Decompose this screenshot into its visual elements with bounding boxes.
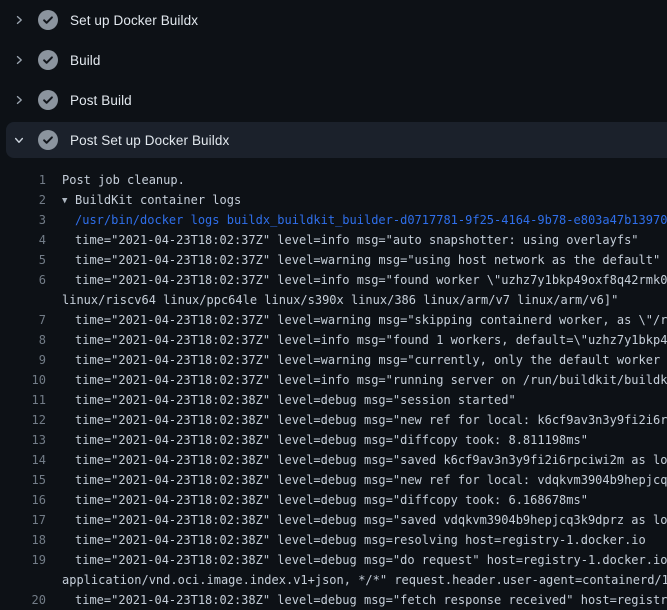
log-line: 2 ▼BuildKit container logs xyxy=(0,190,667,210)
line-number[interactable]: 4 xyxy=(0,230,46,250)
log-command-text: /usr/bin/docker logs buildx_buildkit_bui… xyxy=(75,210,667,230)
log-text: time="2021-04-23T18:02:38Z" level=debug … xyxy=(75,550,667,570)
log-line: 5 time="2021-04-23T18:02:37Z" level=warni… xyxy=(0,250,667,270)
log-text: time="2021-04-23T18:02:38Z" level=debug … xyxy=(75,490,588,510)
line-number[interactable]: 12 xyxy=(0,410,46,430)
line-number[interactable]: 16 xyxy=(0,490,46,510)
chevron-right-icon xyxy=(12,53,26,67)
log-line: 15 time="2021-04-23T18:02:38Z" level=debu… xyxy=(0,470,667,490)
log-line: 9 time="2021-04-23T18:02:37Z" level=warni… xyxy=(0,350,667,370)
chevron-right-icon xyxy=(12,13,26,27)
line-number[interactable]: 5 xyxy=(0,250,46,270)
line-number[interactable]: 19 xyxy=(0,550,46,570)
log-text: linux/riscv64 linux/ppc64le linux/s390x … xyxy=(62,290,618,310)
chevron-right-icon xyxy=(12,93,26,107)
line-number xyxy=(0,290,46,310)
step-label: Set up Docker Buildx xyxy=(70,13,198,28)
log-text: time="2021-04-23T18:02:37Z" level=info m… xyxy=(75,230,639,250)
log-line: 13 time="2021-04-23T18:02:38Z" level=debu… xyxy=(0,430,667,450)
line-number[interactable]: 11 xyxy=(0,390,46,410)
log-text: time="2021-04-23T18:02:37Z" level=info m… xyxy=(75,330,667,350)
log-text: time="2021-04-23T18:02:38Z" level=debug … xyxy=(75,530,646,550)
log-line: 16 time="2021-04-23T18:02:38Z" level=debu… xyxy=(0,490,667,510)
steps-list: Set up Docker Buildx Build Post Build Post … xyxy=(0,0,667,160)
step-label: Post Build xyxy=(70,93,132,108)
log-text: time="2021-04-23T18:02:38Z" level=debug … xyxy=(75,510,667,530)
log-text: application/vnd.oci.image.index.v1+json,… xyxy=(62,570,667,590)
line-number[interactable]: 13 xyxy=(0,430,46,450)
log-line: 10 time="2021-04-23T18:02:37Z" level=info… xyxy=(0,370,667,390)
log-line: 19 time="2021-04-23T18:02:38Z" level=debu… xyxy=(0,550,667,570)
step-label: Post Set up Docker Buildx xyxy=(70,133,229,148)
log-line: 7 time="2021-04-23T18:02:37Z" level=warni… xyxy=(0,310,667,330)
check-circle-icon xyxy=(38,50,58,70)
log-text: time="2021-04-23T18:02:37Z" level=warnin… xyxy=(75,310,667,330)
log-text: time="2021-04-23T18:02:38Z" level=debug … xyxy=(75,410,667,430)
log-text: time="2021-04-23T18:02:38Z" level=debug … xyxy=(75,590,667,610)
log-line: 17 time="2021-04-23T18:02:38Z" level=debu… xyxy=(0,510,667,530)
log-text: ▼BuildKit container logs xyxy=(62,190,241,210)
check-circle-icon xyxy=(38,90,58,110)
log-line: 20 time="2021-04-23T18:02:38Z" level=debu… xyxy=(0,590,667,610)
line-number[interactable]: 2 xyxy=(0,190,46,210)
log-line: 11 time="2021-04-23T18:02:38Z" level=debu… xyxy=(0,390,667,410)
line-number[interactable]: 9 xyxy=(0,350,46,370)
group-title[interactable]: BuildKit container logs xyxy=(75,193,241,207)
line-number[interactable]: 1 xyxy=(0,170,46,190)
line-number[interactable]: 20 xyxy=(0,590,46,610)
check-circle-icon xyxy=(38,10,58,30)
group-collapse-triangle-icon[interactable]: ▼ xyxy=(62,191,75,210)
log-line: 6 time="2021-04-23T18:02:37Z" level=info … xyxy=(0,270,667,290)
step-header-build[interactable]: Build xyxy=(0,40,667,80)
log-line: 14 time="2021-04-23T18:02:38Z" level=debu… xyxy=(0,450,667,470)
line-number xyxy=(0,570,46,590)
log-line-continuation: application/vnd.oci.image.index.v1+json,… xyxy=(0,570,667,590)
line-number[interactable]: 10 xyxy=(0,370,46,390)
line-number[interactable]: 3 xyxy=(0,210,46,230)
line-number[interactable]: 7 xyxy=(0,310,46,330)
log-line: 8 time="2021-04-23T18:02:37Z" level=info … xyxy=(0,330,667,350)
line-number[interactable]: 6 xyxy=(0,270,46,290)
log-text: time="2021-04-23T18:02:38Z" level=debug … xyxy=(75,470,667,490)
log-text: time="2021-04-23T18:02:38Z" level=debug … xyxy=(75,430,588,450)
line-number[interactable]: 15 xyxy=(0,470,46,490)
log-text: time="2021-04-23T18:02:37Z" level=warnin… xyxy=(75,350,667,370)
log-viewer: 1 Post job cleanup. 2 ▼BuildKit container l… xyxy=(0,160,667,610)
step-header-post-build[interactable]: Post Build xyxy=(0,80,667,120)
log-line: 12 time="2021-04-23T18:02:38Z" level=debu… xyxy=(0,410,667,430)
log-line: 18 time="2021-04-23T18:02:38Z" level=debu… xyxy=(0,530,667,550)
log-line: 3/usr/bin/docker logs buildx_buildkit_bu… xyxy=(0,210,667,230)
log-text: time="2021-04-23T18:02:37Z" level=info m… xyxy=(75,270,667,290)
chevron-down-icon xyxy=(12,133,26,147)
log-text: time="2021-04-23T18:02:37Z" level=info m… xyxy=(75,370,667,390)
log-text: time="2021-04-23T18:02:37Z" level=warnin… xyxy=(75,250,660,270)
line-number[interactable]: 18 xyxy=(0,530,46,550)
step-header-post-set-up-docker-buildx[interactable]: Post Set up Docker Buildx xyxy=(0,120,667,160)
line-number[interactable]: 14 xyxy=(0,450,46,470)
line-number[interactable]: 8 xyxy=(0,330,46,350)
log-line-continuation: linux/riscv64 linux/ppc64le linux/s390x … xyxy=(0,290,667,310)
step-label: Build xyxy=(70,53,101,68)
log-text: Post job cleanup. xyxy=(62,170,185,190)
log-text: time="2021-04-23T18:02:38Z" level=debug … xyxy=(75,390,516,410)
line-number[interactable]: 17 xyxy=(0,510,46,530)
log-line: 1 Post job cleanup. xyxy=(0,170,667,190)
check-circle-icon xyxy=(38,130,58,150)
log-text: time="2021-04-23T18:02:38Z" level=debug … xyxy=(75,450,667,470)
step-header-set-up-docker-buildx[interactable]: Set up Docker Buildx xyxy=(0,0,667,40)
log-line: 4 time="2021-04-23T18:02:37Z" level=info … xyxy=(0,230,667,250)
